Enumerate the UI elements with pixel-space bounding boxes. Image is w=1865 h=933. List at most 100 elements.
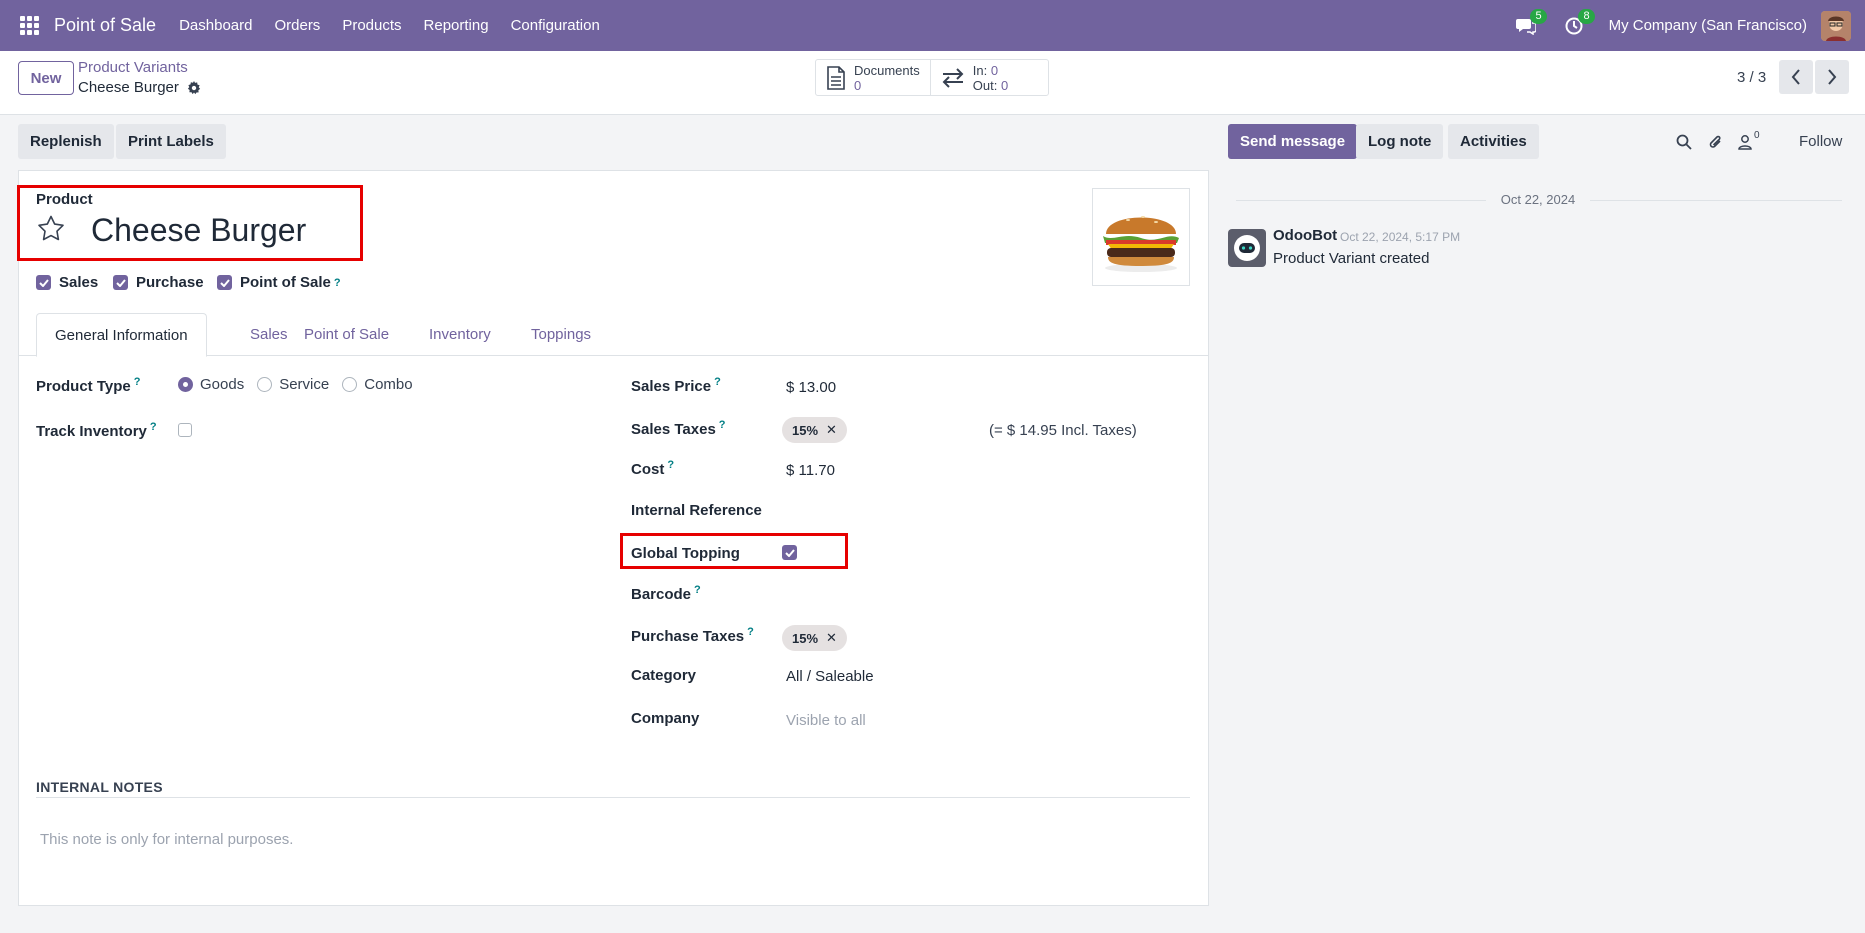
internal-notes-title: INTERNAL NOTES [36, 779, 163, 795]
radio-goods-label: Goods [200, 376, 245, 393]
help-tooltip-icon[interactable]: ? [747, 626, 754, 638]
breadcrumb-product-variants[interactable]: Product Variants [78, 59, 188, 76]
gear-icon[interactable] [187, 80, 201, 95]
sales-price-label-text: Sales Price [631, 378, 712, 395]
out-count: 0 [1000, 77, 1009, 93]
breadcrumb-current-label: Cheese Burger [78, 79, 179, 96]
tab-point-of-sale[interactable]: Point of Sale [304, 313, 389, 356]
apps-menu-icon[interactable] [20, 15, 40, 36]
messages-badge: 5 [1530, 8, 1547, 24]
new-button[interactable]: New [18, 61, 74, 95]
print-labels-button[interactable]: Print Labels [116, 124, 226, 159]
activities-button[interactable]: Activities [1448, 124, 1539, 159]
cost-label-text: Cost [631, 461, 665, 478]
pager-previous-button[interactable] [1779, 60, 1813, 94]
in-out-smart-button[interactable]: In: 0 Out: 0 [929, 60, 1048, 95]
top-navbar: Point of Sale Dashboard Orders Products … [0, 0, 1865, 51]
internal-notes-editor[interactable]: This note is only for internal purposes. [40, 831, 293, 848]
pos-checkbox-row[interactable]: Point of Sale? [217, 274, 341, 291]
help-tooltip-icon[interactable]: ? [134, 376, 141, 388]
menu-reporting[interactable]: Reporting [424, 17, 489, 34]
track-inventory-label-text: Track Inventory [36, 423, 147, 440]
menu-dashboard[interactable]: Dashboard [179, 17, 252, 34]
menu-configuration[interactable]: Configuration [511, 17, 600, 34]
help-tooltip-icon[interactable]: ? [334, 277, 341, 289]
track-inventory-checkbox[interactable] [178, 423, 192, 437]
activities-clock-icon[interactable]: 8 [1561, 8, 1595, 39]
pager-next-button[interactable] [1815, 60, 1849, 94]
search-icon[interactable] [1676, 134, 1692, 150]
breadcrumb-current: Cheese Burger [78, 79, 201, 96]
sales-price-label: Sales Price? [631, 376, 721, 395]
menu-products[interactable]: Products [342, 17, 401, 34]
in-count: 0 [990, 62, 999, 78]
paperclip-icon[interactable] [1708, 133, 1724, 151]
help-tooltip-icon[interactable]: ? [667, 459, 674, 471]
purchase-tax-tag[interactable]: 15% ✕ [782, 625, 847, 651]
document-icon [827, 65, 845, 90]
odoobot-avatar[interactable] [1228, 229, 1266, 267]
company-field[interactable]: Visible to all [786, 712, 866, 729]
sales-checkbox[interactable] [36, 275, 51, 290]
smart-buttons: Documents 0 In: 0 Out: 0 [815, 59, 1050, 96]
remove-tag-icon[interactable]: ✕ [826, 422, 837, 438]
send-message-button[interactable]: Send message [1228, 124, 1358, 159]
product-type-goods[interactable]: Goods [178, 376, 244, 393]
user-avatar[interactable] [1821, 10, 1851, 41]
chevron-left-icon [1791, 69, 1800, 85]
burger-image [1103, 216, 1179, 272]
help-tooltip-icon[interactable]: ? [714, 376, 721, 388]
product-type-combo[interactable]: Combo [342, 376, 413, 393]
followers-icon[interactable]: 0 [1738, 130, 1760, 150]
company-label: Company [631, 710, 700, 727]
follow-button[interactable]: Follow [1799, 133, 1842, 150]
help-tooltip-icon[interactable]: ? [150, 421, 157, 433]
radio-goods[interactable] [178, 377, 193, 392]
sales-price-field[interactable]: $ 13.00 [786, 379, 836, 396]
radio-combo[interactable] [342, 377, 358, 392]
sales-checkbox-row[interactable]: Sales [36, 274, 98, 291]
product-image[interactable] [1092, 188, 1190, 286]
app-name[interactable]: Point of Sale [54, 15, 156, 36]
category-label: Category [631, 667, 697, 684]
barcode-label-text: Barcode [631, 586, 692, 603]
company-switcher[interactable]: My Company (San Francisco) [1609, 17, 1807, 34]
category-field[interactable]: All / Saleable [786, 668, 874, 685]
product-type-label: Product Type? [36, 376, 140, 395]
date-divider-left [1236, 200, 1486, 201]
sales-tax-tag-label: 15% [792, 422, 819, 438]
replenish-button[interactable]: Replenish [18, 124, 114, 159]
sales-tax-tag[interactable]: 15% ✕ [782, 417, 847, 443]
pager-value[interactable]: 3 / 3 [1737, 69, 1766, 86]
tab-general-information[interactable]: General Information [36, 313, 207, 357]
cost-field[interactable]: $ 11.70 [786, 462, 835, 479]
activities-badge: 8 [1578, 8, 1595, 24]
radio-service[interactable] [257, 377, 273, 392]
messaging-icon[interactable]: 5 [1513, 8, 1547, 39]
internal-reference-label: Internal Reference [631, 502, 762, 519]
product-type-service[interactable]: Service [257, 376, 329, 393]
message-body: Product Variant created [1273, 250, 1430, 267]
point-of-sale-checkbox[interactable] [217, 275, 232, 290]
documents-smart-button[interactable]: Documents 0 [816, 60, 930, 95]
log-note-button[interactable]: Log note [1356, 124, 1444, 159]
tab-toppings[interactable]: Toppings [531, 313, 591, 356]
highlight-box-global-topping [620, 533, 848, 569]
purchase-checkbox[interactable] [113, 275, 128, 290]
purchase-checkbox-row[interactable]: Purchase [113, 274, 204, 291]
chatter-date: Oct 22, 2024 [1500, 192, 1576, 207]
point-of-sale-checkbox-label: Point of Sale [240, 274, 331, 291]
highlight-box-product-name [17, 185, 363, 261]
chevron-right-icon [1828, 69, 1837, 85]
tab-sales[interactable]: Sales [250, 313, 288, 356]
remove-tag-icon[interactable]: ✕ [826, 630, 837, 646]
tab-inventory[interactable]: Inventory [429, 313, 491, 356]
out-label: Out: [972, 77, 998, 93]
help-tooltip-icon[interactable]: ? [694, 584, 701, 596]
track-inventory-label: Track Inventory? [36, 421, 157, 440]
message-author[interactable]: OdooBot [1273, 227, 1337, 244]
menu-orders[interactable]: Orders [274, 17, 320, 34]
transfer-arrows-icon [942, 67, 964, 88]
help-tooltip-icon[interactable]: ? [719, 419, 726, 431]
chatter-tools: 0 [1676, 124, 1760, 159]
